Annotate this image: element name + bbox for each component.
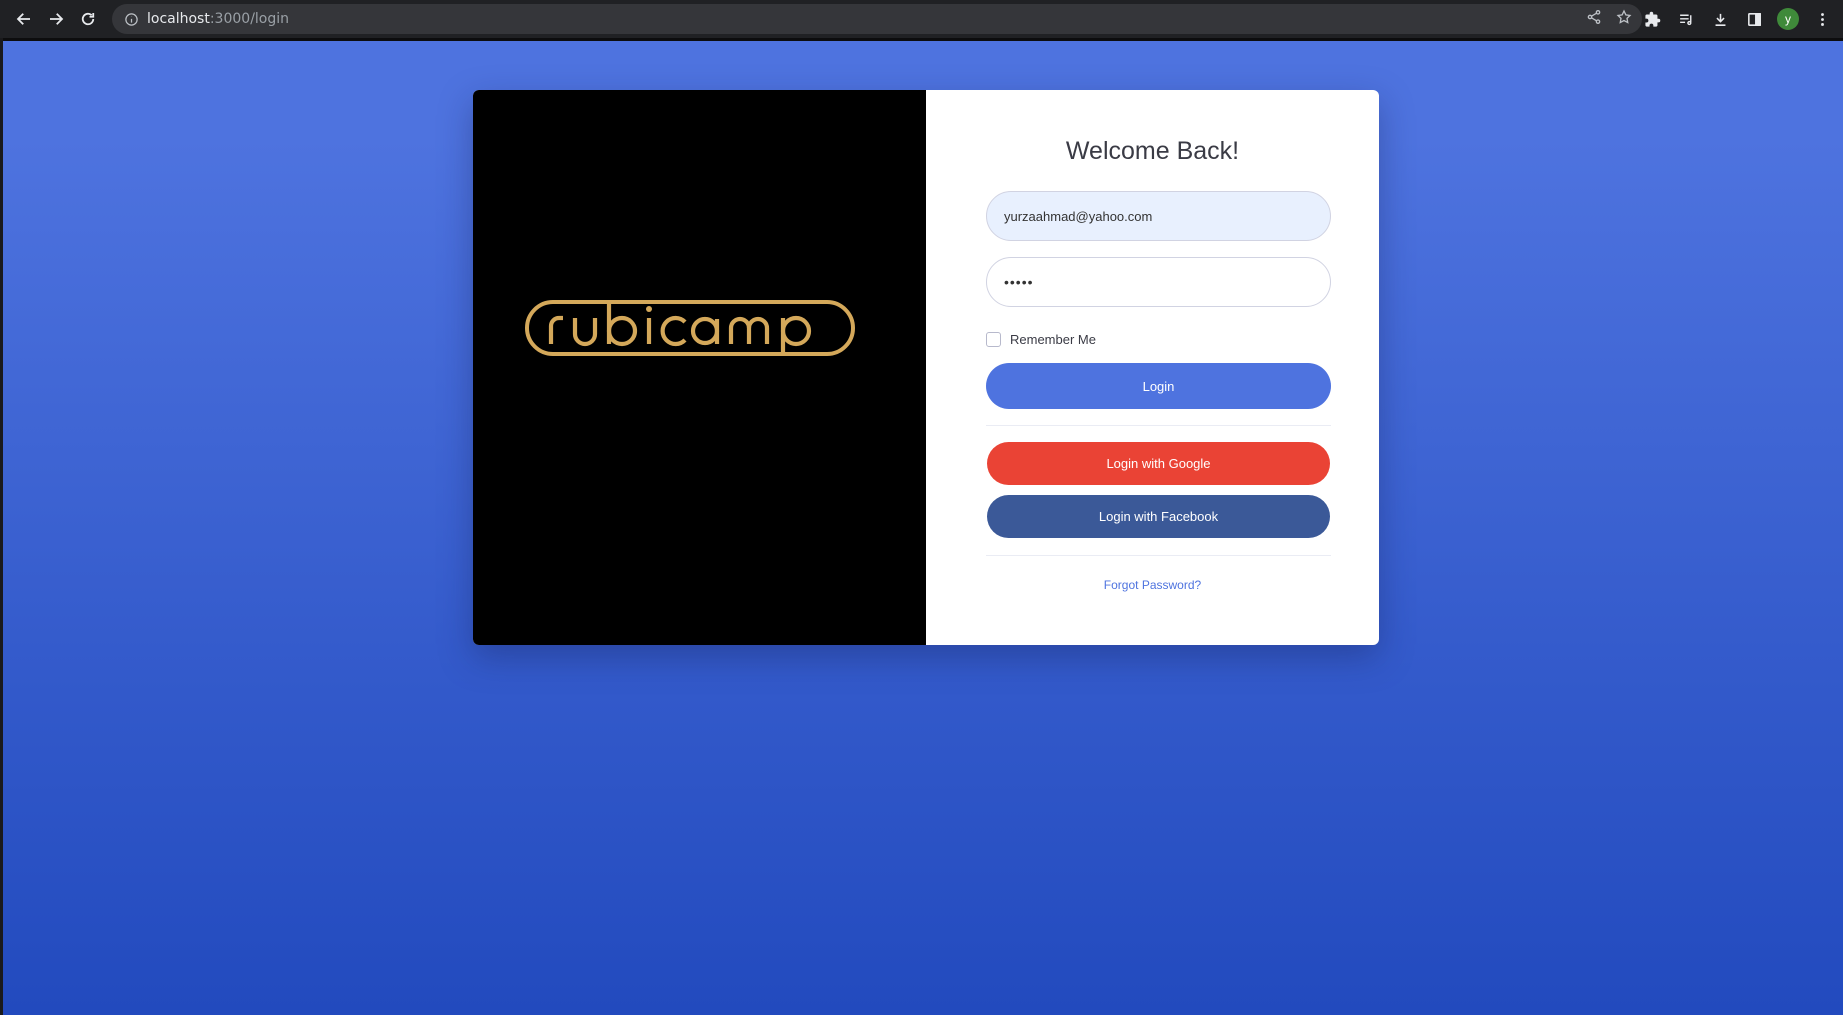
forward-icon[interactable] bbox=[40, 3, 72, 35]
password-value: ••••• bbox=[1004, 274, 1034, 290]
forgot-password-link[interactable]: Forgot Password? bbox=[926, 578, 1379, 592]
address-bar[interactable]: localhost:3000/login bbox=[112, 4, 1642, 34]
url-text: localhost:3000/login bbox=[147, 11, 289, 27]
url-host: localhost bbox=[147, 11, 210, 27]
download-icon[interactable] bbox=[1709, 8, 1731, 30]
url-path: :3000/login bbox=[209, 11, 290, 27]
remember-me-checkbox[interactable] bbox=[986, 332, 1001, 347]
reload-icon[interactable] bbox=[72, 3, 104, 35]
share-icon[interactable] bbox=[1586, 9, 1602, 30]
email-field[interactable]: yurzaahmad@yahoo.com bbox=[986, 191, 1331, 241]
profile-avatar[interactable]: y bbox=[1777, 8, 1799, 30]
email-value: yurzaahmad@yahoo.com bbox=[1004, 208, 1153, 224]
login-facebook-button[interactable]: Login with Facebook bbox=[987, 495, 1330, 538]
page-background: Welcome Back! yurzaahmad@yahoo.com •••••… bbox=[3, 38, 1843, 1015]
extensions-icon[interactable] bbox=[1641, 8, 1663, 30]
bookmark-star-icon[interactable] bbox=[1616, 8, 1632, 30]
login-button[interactable]: Login bbox=[986, 363, 1331, 409]
divider bbox=[986, 555, 1331, 556]
password-field[interactable]: ••••• bbox=[986, 257, 1331, 307]
brand-panel bbox=[473, 90, 926, 645]
rubicamp-logo bbox=[525, 300, 855, 356]
site-info-icon[interactable] bbox=[124, 12, 139, 27]
page-title: Welcome Back! bbox=[1065, 137, 1240, 165]
login-card: Welcome Back! yurzaahmad@yahoo.com •••••… bbox=[473, 90, 1379, 645]
divider bbox=[986, 425, 1331, 426]
login-form-panel: Welcome Back! yurzaahmad@yahoo.com •••••… bbox=[926, 90, 1379, 645]
remember-me-label: Remember Me bbox=[1010, 332, 1096, 347]
menu-kebab-icon[interactable] bbox=[1811, 8, 1833, 30]
side-panel-icon[interactable] bbox=[1743, 8, 1765, 30]
login-google-button[interactable]: Login with Google bbox=[987, 442, 1330, 485]
browser-toolbar: localhost:3000/login y bbox=[0, 0, 1843, 38]
back-icon[interactable] bbox=[8, 3, 40, 35]
media-queue-icon[interactable] bbox=[1675, 8, 1697, 30]
remember-me-row[interactable]: Remember Me bbox=[986, 332, 1096, 347]
